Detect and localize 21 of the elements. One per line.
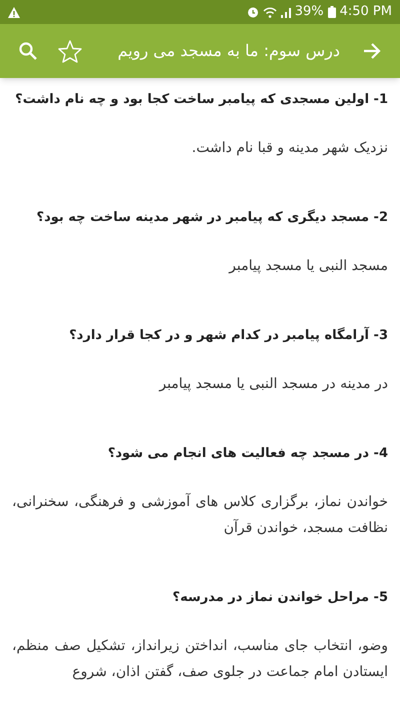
answer-text: مسجد النبی یا مسجد پیامبر bbox=[228, 257, 388, 276]
signal-icon bbox=[280, 6, 291, 18]
clock-time: 4:50 PM bbox=[340, 3, 392, 22]
wifi-icon bbox=[262, 6, 277, 18]
question-text: 2- مسجد دیگری که پیامبر در شهر مدینه ساخت چه بود؟ bbox=[36, 208, 388, 227]
alarm-icon bbox=[246, 6, 259, 18]
battery-percent: 39% bbox=[294, 3, 324, 22]
answer-text: وضو، انتخاب جای مناسب، انداختن زیرانداز، تشکیل صف منظم، ایستادن امام جماعت در جلوی صف، گفتن اذان، شروع bbox=[12, 637, 388, 682]
arrow-icon bbox=[363, 43, 381, 59]
search-icon bbox=[19, 42, 37, 60]
question-text: 3- آرامگاه پیامبر در کدام شهر و در کجا قرار دارد؟ bbox=[68, 326, 388, 345]
warning-icon bbox=[8, 6, 20, 18]
question-text: 1- اولین مسجدی که پیامبر ساخت کجا بود و چه نام داشت؟ bbox=[14, 91, 388, 109]
question-text: 4- در مسجد چه فعالیت های انجام می شود؟ bbox=[106, 445, 388, 463]
star-icon bbox=[58, 40, 82, 62]
answer-text: خواندن نماز، برگزاری کلاس های آموزشی و فرهنگی، سخنرانی، نظافت مسجد، خواندن قرآن bbox=[12, 492, 388, 538]
battery-icon bbox=[328, 6, 336, 18]
question-text: 5- مراحل خواندن نماز در مدرسه؟ bbox=[172, 589, 388, 607]
answer-text: در مدینه در مسجد النبی یا مسجد پیامبر bbox=[158, 375, 388, 394]
toolbar-title: درس سوم: ما به مسجد می رویم bbox=[116, 40, 341, 62]
answer-text: نزدیک شهر مدینه و قبا نام داشت. bbox=[190, 139, 388, 158]
